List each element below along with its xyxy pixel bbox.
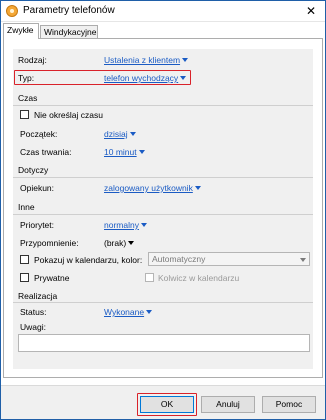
kolwicz-checkbox[interactable] (145, 273, 154, 282)
uwagi-field[interactable] (18, 334, 310, 352)
opiekun-dropdown[interactable]: zalogowany użytkownik (104, 183, 201, 193)
chevron-down-icon (146, 310, 153, 314)
chevron-down-icon (300, 258, 306, 262)
czas-trwania-dropdown[interactable]: 10 minut (104, 147, 145, 157)
no-time-label: Nie określaj czasu (34, 110, 103, 120)
chevron-down-icon (194, 186, 201, 190)
priorytet-label: Priorytet: (20, 220, 55, 230)
color-select[interactable]: Automatyczny (148, 252, 310, 266)
divider (13, 214, 313, 215)
poczatek-label: Początek: (20, 129, 58, 139)
dialog-window: Parametry telefonów ✕ Zwykłe Windykacyjn… (0, 0, 326, 420)
chevron-down-icon (128, 241, 135, 245)
status-label: Status: (20, 307, 47, 317)
kalendarz-label: Pokazuj w kalendarzu, kolor: (34, 255, 143, 265)
window-title: Parametry telefonów (23, 5, 115, 16)
section-inne-title: Inne (18, 202, 35, 212)
kalendarz-checkbox[interactable] (20, 255, 29, 264)
priorytet-dropdown[interactable]: normalny (104, 220, 147, 230)
przypomnienie-label: Przypomnienie: (20, 238, 79, 248)
divider (13, 302, 313, 303)
app-icon (6, 5, 18, 17)
poczatek-dropdown[interactable]: dzisiaj (104, 129, 136, 139)
czas-trwania-label: Czas trwania: (20, 147, 72, 157)
rodzaj-dropdown[interactable]: Ustalenia z klientem (104, 55, 189, 65)
chevron-down-icon (140, 223, 147, 227)
help-button[interactable]: Pomoc (262, 396, 316, 413)
section-dotyczy-title: Dotyczy (18, 165, 49, 175)
uwagi-label: Uwagi: (20, 322, 46, 332)
title-bar[interactable]: Parametry telefonów ✕ (1, 1, 325, 22)
priorytet-value: normalny (104, 220, 139, 230)
kolwicz-label: Kolwicz w kalendarzu (158, 273, 240, 283)
cancel-button[interactable]: Anuluj (201, 396, 255, 413)
chevron-down-icon (129, 132, 136, 136)
prywatne-label: Prywatne (34, 273, 70, 283)
prywatne-checkbox[interactable] (20, 273, 29, 282)
tab-zwykle[interactable]: Zwykłe (3, 23, 39, 39)
poczatek-value: dzisiaj (104, 129, 128, 139)
rodzaj-label: Rodzaj: (18, 55, 47, 65)
przypomnienie-dropdown[interactable]: (brak) (104, 238, 135, 248)
section-czas-title: Czas (18, 93, 38, 103)
typ-dropdown[interactable]: telefon wychodzący (104, 73, 187, 83)
no-time-checkbox[interactable] (20, 110, 29, 119)
typ-value: telefon wychodzący (104, 73, 179, 83)
tab-panel: Rodzaj: Ustalenia z klientem Typ: telefo… (3, 38, 323, 378)
section-realizacja-title: Realizacja (18, 291, 58, 301)
status-value: Wykonane (104, 307, 145, 317)
button-bar: OK Anuluj Pomoc (1, 385, 325, 419)
chevron-down-icon (182, 58, 189, 62)
ok-button[interactable]: OK (140, 396, 194, 413)
tab-windykacyjne[interactable]: Windykacyjne (40, 25, 98, 39)
chevron-down-icon (138, 150, 145, 154)
status-dropdown[interactable]: Wykonane (104, 307, 153, 317)
rodzaj-value: Ustalenia z klientem (104, 55, 181, 65)
chevron-down-icon (180, 76, 187, 80)
divider (13, 177, 313, 178)
opiekun-label: Opiekun: (20, 183, 55, 193)
opiekun-value: zalogowany użytkownik (104, 183, 193, 193)
typ-label: Typ: (18, 73, 35, 83)
close-button[interactable]: ✕ (301, 2, 321, 20)
color-select-value: Automatyczny (152, 254, 206, 264)
przypomnienie-value: (brak) (104, 238, 127, 248)
form-content: Rodzaj: Ustalenia z klientem Typ: telefo… (13, 49, 313, 369)
czas-trwania-value: 10 minut (104, 147, 137, 157)
divider (13, 105, 313, 106)
